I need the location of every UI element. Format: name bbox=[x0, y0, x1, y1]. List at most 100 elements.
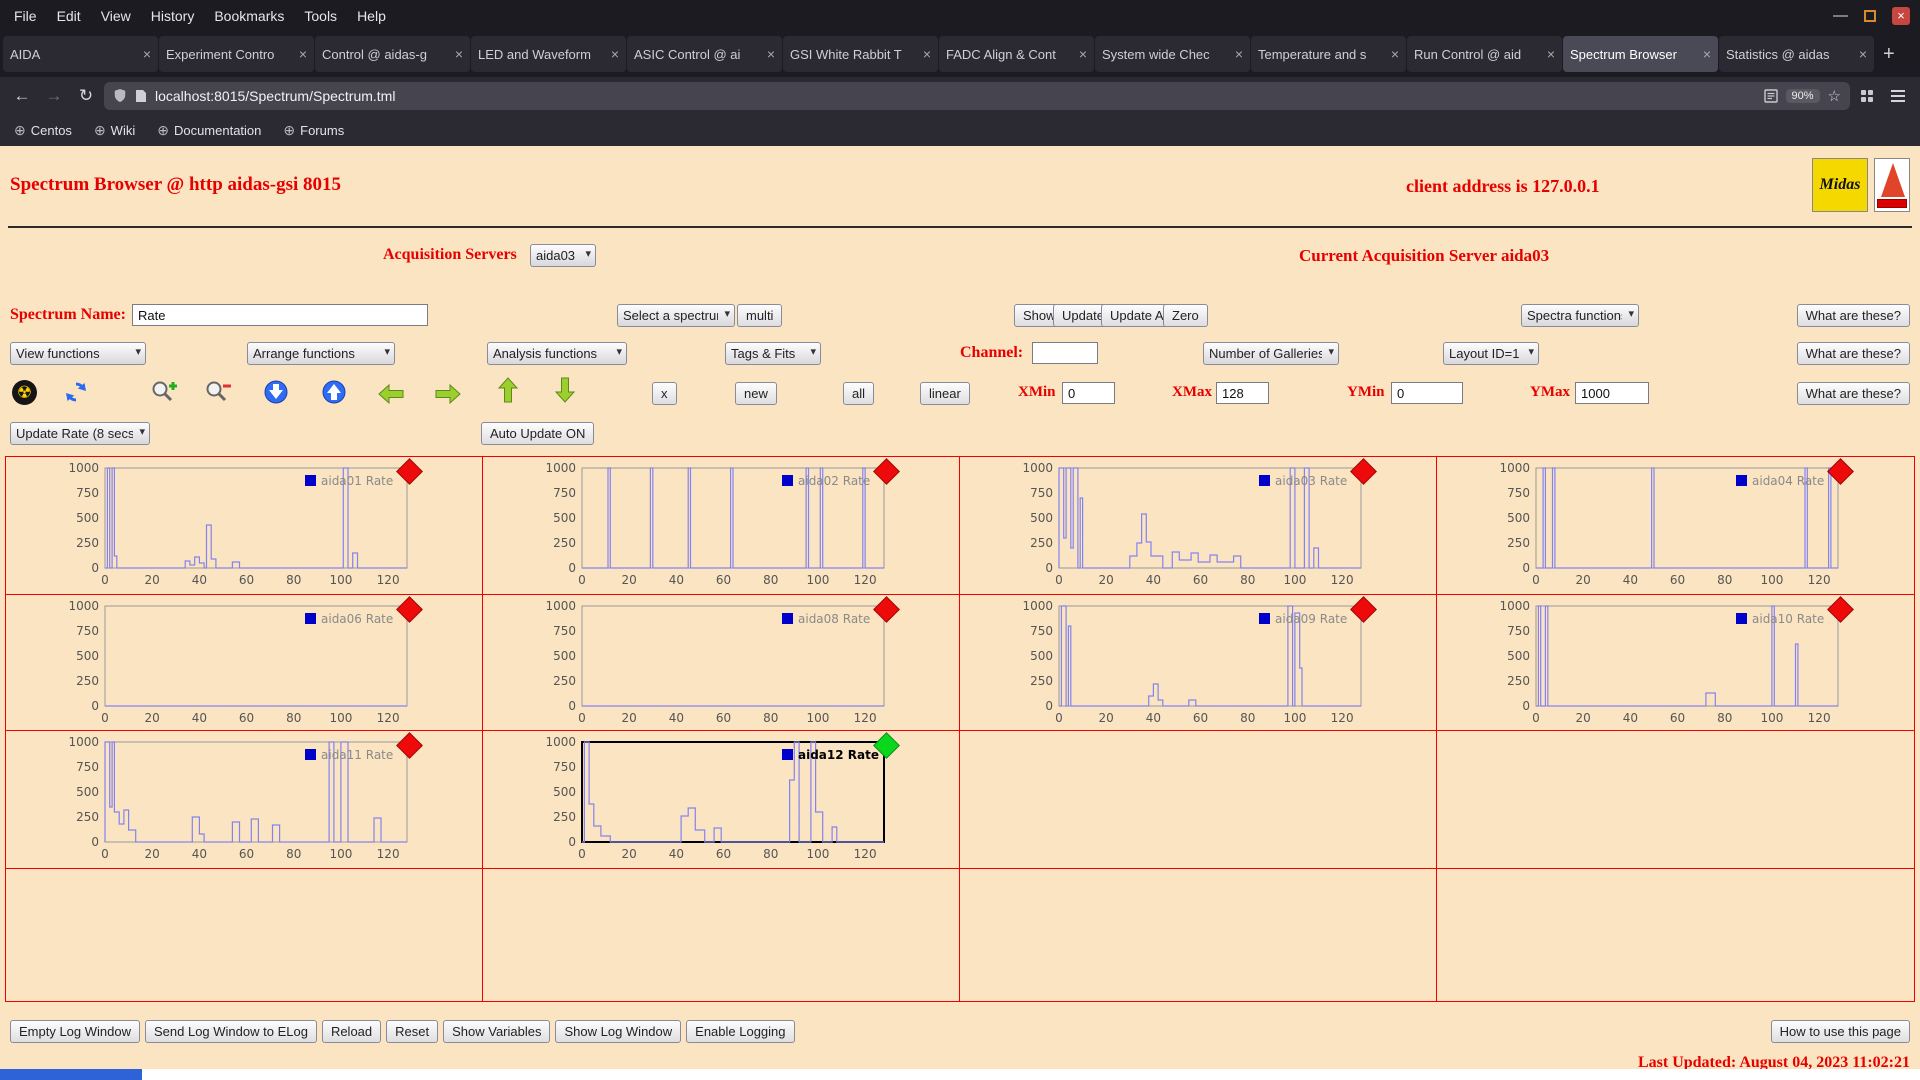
gallery-cell-aida10[interactable]: 02505007501000020406080100120aida10 Rate bbox=[1437, 595, 1914, 731]
tab-close-icon[interactable]: × bbox=[455, 46, 463, 62]
menu-bookmarks[interactable]: Bookmarks bbox=[204, 8, 294, 24]
show-variables-button[interactable]: Show Variables bbox=[443, 1020, 550, 1043]
how-to-use-button[interactable]: How to use this page bbox=[1771, 1020, 1910, 1043]
scroll-down-icon[interactable] bbox=[262, 378, 290, 406]
tab-control-aidas-g[interactable]: Control @ aidas-g× bbox=[315, 36, 470, 72]
arrow-right-icon[interactable] bbox=[434, 380, 462, 408]
tab-led-and-waveform[interactable]: LED and Waveform× bbox=[471, 36, 626, 72]
tab-close-icon[interactable]: × bbox=[1079, 46, 1087, 62]
what-are-these-button-2[interactable]: What are these? bbox=[1797, 342, 1910, 365]
acquisition-server-select[interactable]: aida03 bbox=[530, 244, 596, 267]
hamburger-menu-icon[interactable] bbox=[1884, 89, 1912, 103]
spectrum-plot-aida08[interactable]: 02505007501000020406080100120aida08 Rate bbox=[487, 598, 919, 728]
tab-statistics-aidas[interactable]: Statistics @ aidas× bbox=[1719, 36, 1874, 72]
reload-button[interactable]: Reload bbox=[322, 1020, 381, 1043]
spectrum-plot-aida06[interactable]: 02505007501000020406080100120aida06 Rate bbox=[10, 598, 442, 728]
minimize-button[interactable]: — bbox=[1833, 7, 1848, 24]
arrange-functions-select[interactable]: Arrange functions bbox=[247, 342, 395, 365]
ymin-input[interactable] bbox=[1391, 382, 1463, 404]
menu-view[interactable]: View bbox=[91, 8, 141, 24]
gallery-cell-aida02[interactable]: 02505007501000020406080100120aida02 Rate bbox=[483, 457, 960, 595]
menu-help[interactable]: Help bbox=[347, 8, 396, 24]
spectrum-plot-aida12[interactable]: 02505007501000020406080100120aida12 Rate bbox=[487, 734, 919, 864]
new-tab-button[interactable]: + bbox=[1875, 43, 1903, 66]
tab-spectrum-browser[interactable]: Spectrum Browser× bbox=[1563, 36, 1718, 72]
spectra-functions-select[interactable]: Spectra functions bbox=[1521, 304, 1639, 327]
bookmark-centos[interactable]: ⊕Centos bbox=[14, 122, 72, 139]
extensions-icon[interactable] bbox=[1854, 88, 1880, 104]
gallery-cell-aida08[interactable]: 02505007501000020406080100120aida08 Rate bbox=[483, 595, 960, 731]
ymax-input[interactable] bbox=[1575, 382, 1649, 404]
tab-close-icon[interactable]: × bbox=[143, 46, 151, 62]
spectrum-plot-aida11[interactable]: 02505007501000020406080100120aida11 Rate bbox=[10, 734, 442, 864]
tab-fadc-align-cont[interactable]: FADC Align & Cont× bbox=[939, 36, 1094, 72]
tab-asic-control-ai[interactable]: ASIC Control @ ai× bbox=[627, 36, 782, 72]
spectrum-plot-aida09[interactable]: 02505007501000020406080100120aida09 Rate bbox=[964, 598, 1396, 728]
zero-button[interactable]: Zero bbox=[1163, 304, 1208, 327]
url-bar[interactable]: localhost:8015/Spectrum/Spectrum.tml 90%… bbox=[104, 82, 1850, 110]
show-log-window-button[interactable]: Show Log Window bbox=[555, 1020, 681, 1043]
what-are-these-button-1[interactable]: What are these? bbox=[1797, 304, 1910, 327]
analysis-functions-select[interactable]: Analysis functions bbox=[487, 342, 627, 365]
tab-close-icon[interactable]: × bbox=[923, 46, 931, 62]
spectrum-plot-aida02[interactable]: 02505007501000020406080100120aida02 Rate bbox=[487, 460, 919, 590]
xmin-input[interactable] bbox=[1062, 382, 1115, 404]
back-icon[interactable]: ← bbox=[8, 86, 36, 106]
tab-close-icon[interactable]: × bbox=[1859, 46, 1867, 62]
menu-file[interactable]: File bbox=[4, 8, 47, 24]
menu-history[interactable]: History bbox=[141, 8, 205, 24]
maximize-button[interactable] bbox=[1864, 10, 1876, 22]
bookmark-wiki[interactable]: ⊕Wiki bbox=[94, 122, 135, 139]
scroll-up-icon[interactable] bbox=[320, 378, 348, 406]
channel-input[interactable] bbox=[1032, 342, 1098, 364]
new-button[interactable]: new bbox=[735, 382, 777, 405]
empty-log-window-button[interactable]: Empty Log Window bbox=[10, 1020, 140, 1043]
enable-logging-button[interactable]: Enable Logging bbox=[686, 1020, 794, 1043]
url-text[interactable]: localhost:8015/Spectrum/Spectrum.tml bbox=[155, 88, 1756, 104]
zoom-out-icon[interactable] bbox=[204, 378, 232, 406]
tab-system-wide-chec[interactable]: System wide Chec× bbox=[1095, 36, 1250, 72]
page-info-icon[interactable] bbox=[135, 89, 147, 103]
arrow-down-icon[interactable] bbox=[551, 376, 579, 404]
arrow-up-icon[interactable] bbox=[494, 376, 522, 404]
gallery-cell-aida06[interactable]: 02505007501000020406080100120aida06 Rate bbox=[6, 595, 483, 731]
menu-edit[interactable]: Edit bbox=[47, 8, 91, 24]
tab-close-icon[interactable]: × bbox=[1703, 46, 1711, 62]
spectrum-plot-aida10[interactable]: 02505007501000020406080100120aida10 Rate bbox=[1441, 598, 1873, 728]
layout-id-select[interactable]: Layout ID=1 bbox=[1443, 342, 1539, 365]
all-button[interactable]: all bbox=[843, 382, 874, 405]
bookmark-star-icon[interactable]: ☆ bbox=[1828, 87, 1841, 105]
multi-button[interactable]: multi bbox=[737, 304, 782, 327]
gallery-cell-aida01[interactable]: 02505007501000020406080100120aida01 Rate bbox=[6, 457, 483, 595]
close-window-button[interactable]: × bbox=[1892, 7, 1910, 25]
what-are-these-button-3[interactable]: What are these? bbox=[1797, 382, 1910, 405]
bookmark-documentation[interactable]: ⊕Documentation bbox=[157, 122, 261, 139]
update-rate-select[interactable]: Update Rate (8 secs) bbox=[10, 422, 150, 445]
gallery-cell-aida12[interactable]: 02505007501000020406080100120aida12 Rate bbox=[483, 731, 960, 869]
select-a-spectrum[interactable]: Select a spectrum bbox=[617, 304, 735, 327]
gallery-cell-aida04[interactable]: 02505007501000020406080100120aida04 Rate bbox=[1437, 457, 1914, 595]
tab-close-icon[interactable]: × bbox=[767, 46, 775, 62]
arrow-left-icon[interactable] bbox=[377, 380, 405, 408]
tab-gsi-white-rabbit-t[interactable]: GSI White Rabbit T× bbox=[783, 36, 938, 72]
shield-icon[interactable] bbox=[113, 88, 127, 103]
xmax-input[interactable] bbox=[1216, 382, 1269, 404]
auto-update-button[interactable]: Auto Update ON bbox=[481, 422, 594, 445]
forward-icon[interactable]: → bbox=[40, 86, 68, 106]
gallery-cell-aida03[interactable]: 02505007501000020406080100120aida03 Rate bbox=[960, 457, 1437, 595]
zoom-in-icon[interactable] bbox=[150, 378, 178, 406]
spectrum-plot-aida03[interactable]: 02505007501000020406080100120aida03 Rate bbox=[964, 460, 1396, 590]
tab-close-icon[interactable]: × bbox=[1235, 46, 1243, 62]
radiation-icon[interactable]: ☢ bbox=[12, 380, 37, 405]
tab-experiment-contro[interactable]: Experiment Contro× bbox=[159, 36, 314, 72]
tab-run-control-aid[interactable]: Run Control @ aid× bbox=[1407, 36, 1562, 72]
menu-tools[interactable]: Tools bbox=[294, 8, 347, 24]
spectrum-plot-aida01[interactable]: 02505007501000020406080100120aida01 Rate bbox=[10, 460, 442, 590]
number-of-galleries-select[interactable]: Number of Galleries bbox=[1203, 342, 1339, 365]
bookmark-forums[interactable]: ⊕Forums bbox=[283, 122, 344, 139]
send-log-window-to-elog-button[interactable]: Send Log Window to ELog bbox=[145, 1020, 317, 1043]
tab-temperature-and-s[interactable]: Temperature and s× bbox=[1251, 36, 1406, 72]
zoom-level-badge[interactable]: 90% bbox=[1786, 89, 1820, 103]
x-button[interactable]: x bbox=[652, 382, 677, 405]
refresh-icon[interactable] bbox=[62, 378, 90, 406]
